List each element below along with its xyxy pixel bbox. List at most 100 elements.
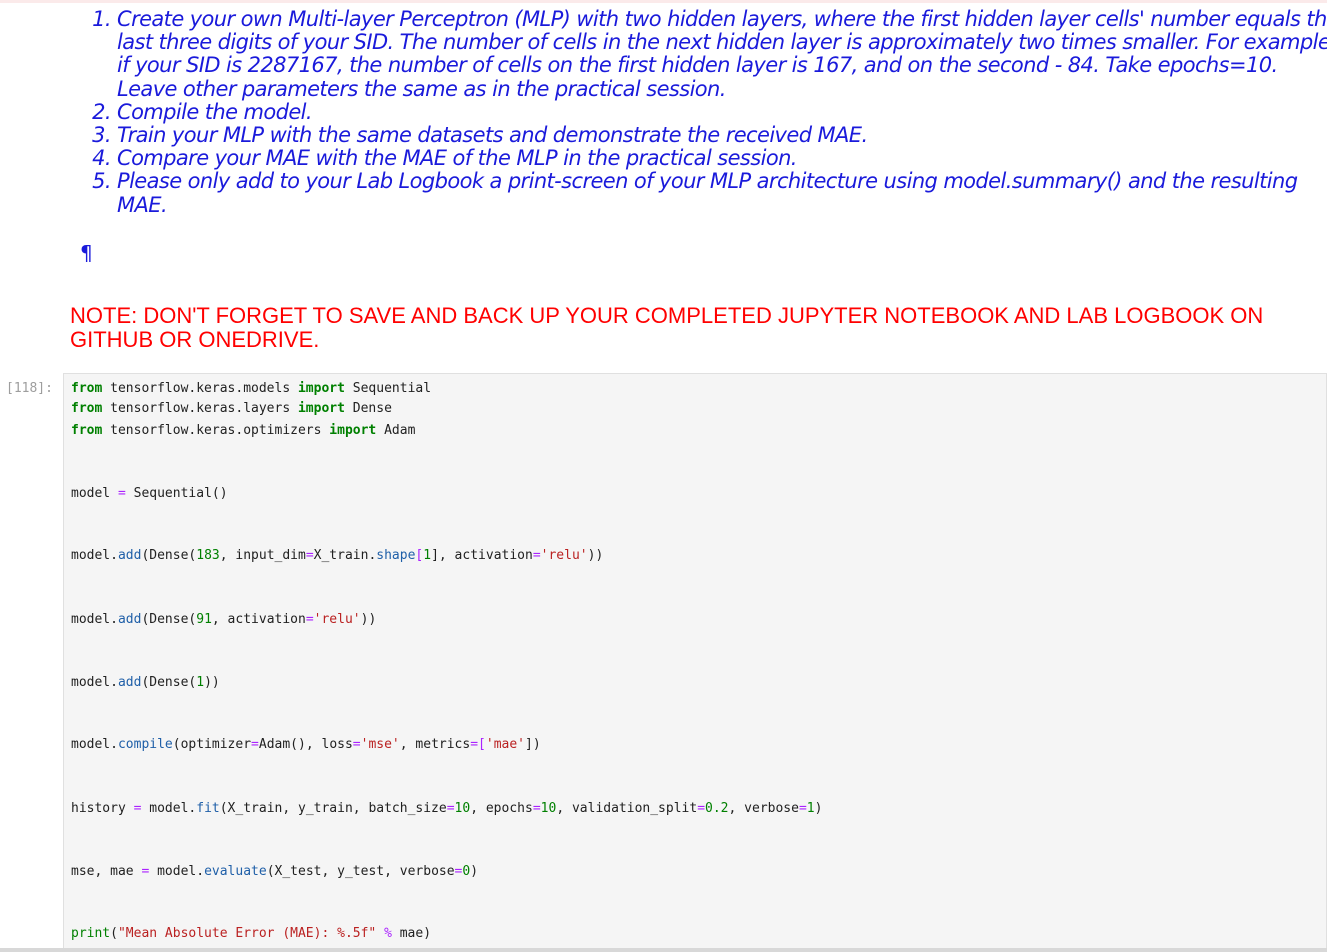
cell-bottom-border	[0, 948, 1327, 952]
code-text: Adam(), loss	[258, 737, 353, 752]
operator: =	[251, 737, 259, 752]
number-literal: 10	[454, 801, 471, 816]
code-line: model.add(Dense(1))	[71, 675, 220, 691]
operator: =	[305, 548, 314, 563]
code-text: Sequential()	[125, 486, 228, 501]
code-text: model	[71, 486, 118, 501]
code-text: model.	[71, 737, 118, 752]
code-line: mse, mae = model.evaluate(X_test, y_test…	[71, 864, 478, 880]
operator: %	[376, 926, 400, 941]
code-cell-editor[interactable]: from tensorflow.keras.models import Sequ…	[63, 373, 1327, 952]
number-literal: 0.2	[705, 801, 729, 816]
task-item-2: Compile the model.	[117, 100, 1327, 124]
code-text: tensorflow.keras.layers	[102, 401, 298, 416]
method-name: add	[117, 548, 142, 563]
operator: =	[446, 801, 455, 816]
code-text: mae)	[399, 926, 432, 941]
cell-top-border	[0, 0, 1327, 3]
number-literal: 91	[196, 612, 212, 627]
code-text: mse, mae	[71, 864, 142, 879]
code-text: model.	[149, 864, 205, 879]
string-literal: "Mean Absolute Error (MAE): %.5f"	[117, 926, 377, 941]
code-text: )	[470, 864, 479, 879]
code-text: (	[110, 926, 118, 941]
method-name: add	[117, 675, 142, 690]
string-literal: 'relu'	[313, 612, 361, 627]
code-text: tensorflow.keras.optimizers	[102, 423, 330, 438]
code-line: from tensorflow.keras.optimizers import …	[71, 423, 415, 439]
method-name: compile	[117, 737, 173, 752]
code-text: (Dense(	[141, 675, 197, 690]
code-text: ])	[525, 737, 541, 752]
string-literal: 'relu'	[540, 548, 588, 563]
code-text: model.	[71, 548, 118, 563]
code-text: , epochs	[470, 801, 533, 816]
code-text: , input_dim	[219, 548, 306, 563]
code-text: ))	[204, 675, 220, 690]
number-literal: 1	[423, 548, 432, 563]
code-text: , activation	[211, 612, 306, 627]
code-text: tensorflow.keras.models	[102, 381, 298, 396]
operator: =	[532, 548, 541, 563]
method-name: add	[117, 612, 142, 627]
code-line: model = Sequential()	[71, 486, 228, 502]
code-text: , metrics	[399, 737, 471, 752]
code-line: model.add(Dense(183, input_dim=X_train.s…	[71, 548, 603, 564]
builtin-function: print	[71, 926, 111, 941]
code-line: model.compile(optimizer=Adam(), loss='ms…	[71, 737, 541, 753]
note-warning: NOTE: DON'T FORGET TO SAVE AND BACK UP Y…	[70, 303, 1264, 352]
code-text: Dense	[344, 401, 392, 416]
code-text: (optimizer	[172, 737, 252, 752]
attribute-name: shape	[376, 548, 416, 563]
code-text: (X_test, y_test, verbose	[266, 864, 455, 879]
keyword: import	[329, 423, 377, 438]
keyword: from	[71, 423, 103, 438]
number-literal: 10	[540, 801, 557, 816]
keyword: from	[71, 401, 103, 416]
code-line: model.add(Dense(91, activation='relu'))	[71, 612, 376, 628]
code-line: print("Mean Absolute Error (MAE): %.5f" …	[71, 926, 431, 942]
task-list: Create your own Multi-layer Perceptron (…	[90, 7, 1327, 217]
code-text: (Dense(	[141, 548, 197, 563]
code-line: history = model.fit(X_train, y_train, ba…	[71, 801, 822, 817]
code-text: ))	[587, 548, 604, 563]
task-item-3: Train your MLP with the same datasets an…	[117, 123, 1327, 147]
task-item-1: Create your own Multi-layer Perceptron (…	[117, 7, 1327, 101]
code-text: (X_train, y_train, batch_size	[219, 801, 447, 816]
operator: =	[798, 801, 807, 816]
code-text: ))	[360, 612, 377, 627]
string-literal: 'mse'	[360, 737, 400, 752]
code-text: model.	[71, 675, 118, 690]
operator: =	[532, 801, 541, 816]
code-text: Sequential	[344, 381, 432, 396]
operator: =	[697, 801, 706, 816]
keyword: from	[71, 381, 103, 396]
keyword: import	[297, 401, 345, 416]
code-text: ], activation	[431, 548, 533, 563]
code-line: from tensorflow.keras.models import Sequ…	[71, 381, 431, 397]
code-text: , verbose	[728, 801, 799, 816]
operator: =	[305, 612, 314, 627]
number-literal: 1	[196, 675, 205, 690]
code-line: from tensorflow.keras.layers import Dens…	[71, 401, 392, 417]
code-text: (Dense(	[141, 612, 197, 627]
task-item-5: Please only add to your Lab Logbook a pr…	[117, 170, 1327, 217]
string-literal: 'mae'	[485, 737, 526, 752]
task-item-4: Compare your MAE with the MAE of the MLP…	[117, 147, 1327, 170]
number-literal: 1	[806, 801, 815, 816]
execution-count-prompt: [118]:	[6, 381, 53, 396]
code-text: model.	[141, 801, 197, 816]
code-text: X_train.	[313, 548, 377, 563]
pilcrow-anchor-link[interactable]: ¶	[80, 241, 93, 265]
operator: =	[352, 737, 361, 752]
code-text: )	[814, 801, 823, 816]
code-text: history	[71, 801, 134, 816]
method-name: fit	[196, 801, 220, 816]
operator: [	[478, 737, 486, 752]
code-text: , validation_split	[556, 801, 698, 816]
code-text: model.	[71, 612, 118, 627]
method-name: evaluate	[204, 864, 267, 879]
number-literal: 183	[196, 548, 220, 563]
operator: =	[117, 486, 126, 501]
operator: =	[470, 737, 479, 752]
